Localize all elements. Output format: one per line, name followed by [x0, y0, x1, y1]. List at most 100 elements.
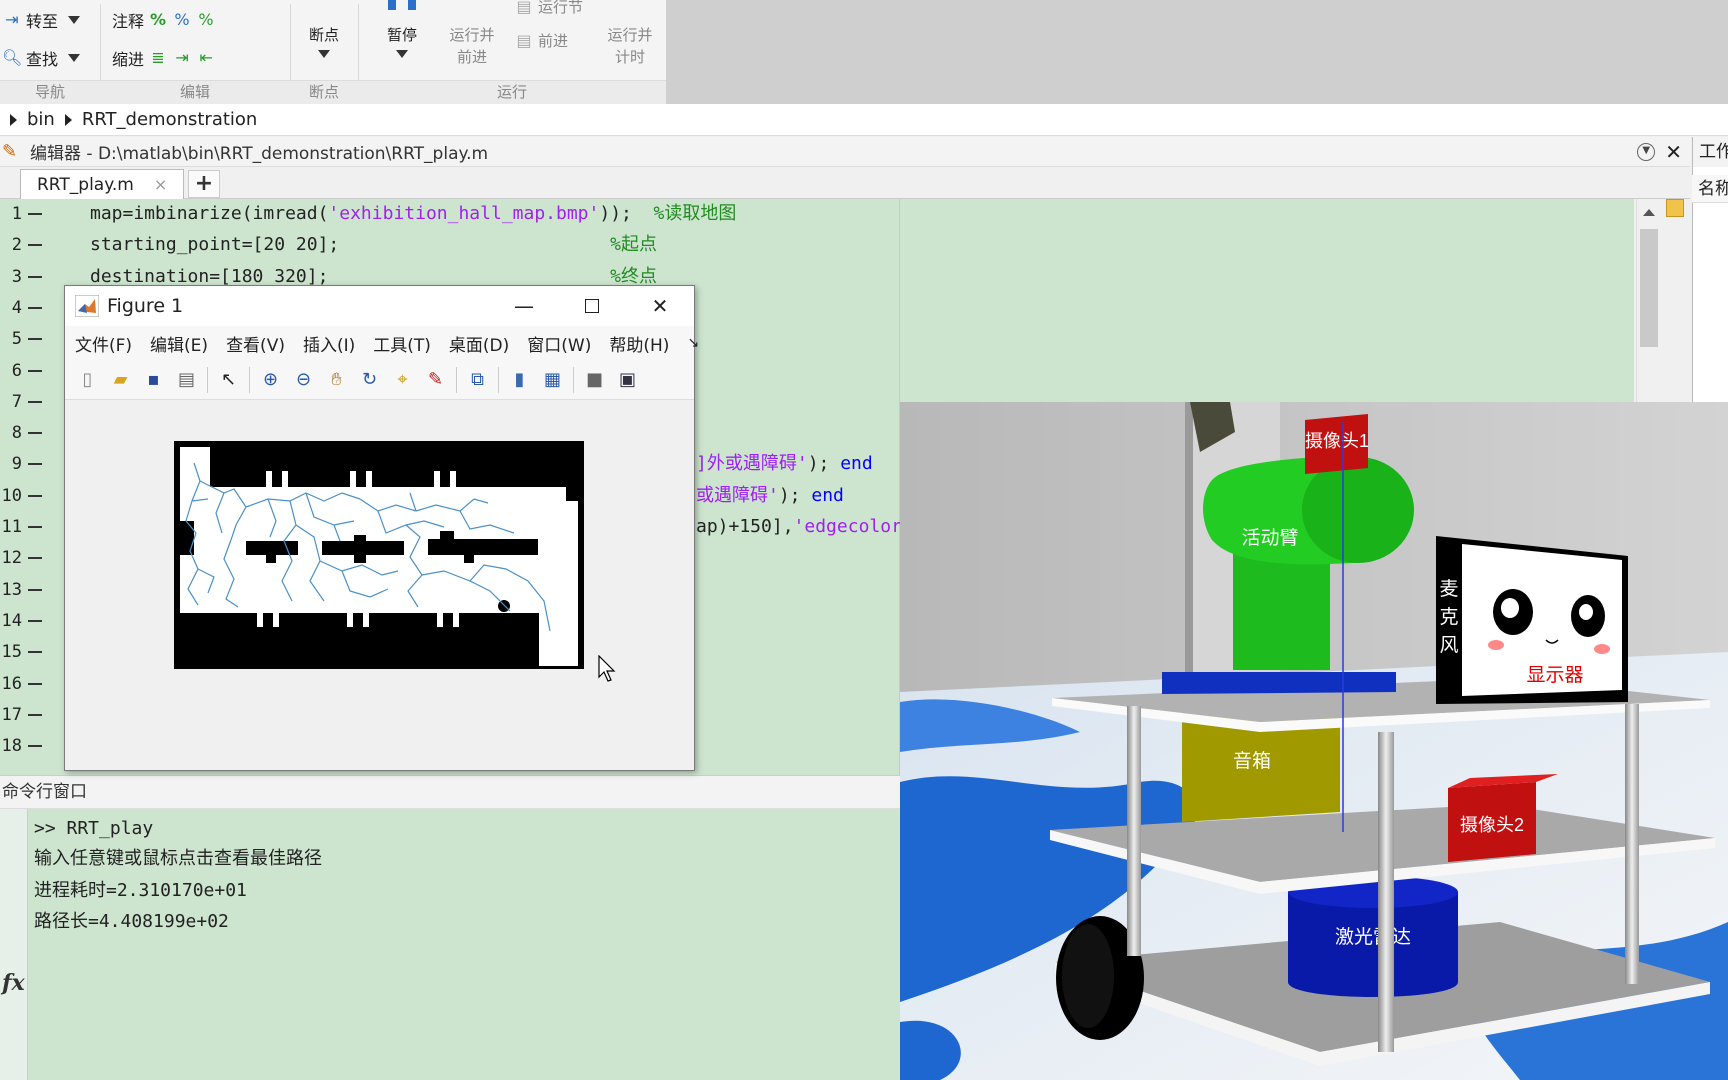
comment-percent-icon[interactable]: % [148, 10, 168, 30]
line-number[interactable]: 11 [0, 512, 48, 543]
breadcrumb-bin[interactable]: bin [27, 109, 55, 130]
figure-canvas[interactable] [65, 401, 694, 770]
menu-desktop[interactable]: 桌面(D) [439, 331, 517, 356]
menu-window[interactable]: 窗口(W) [517, 331, 599, 356]
line-number[interactable]: 5 [0, 324, 48, 355]
link-icon[interactable]: ⧉ [461, 365, 494, 395]
robot-3d-view[interactable]: 激光雷达 摄像头2 音箱 活动臂 摄像头1 麦 克 风 显示器 [900, 402, 1728, 1080]
executable-line-marker[interactable] [28, 244, 42, 247]
code-line[interactable]: map=imbinarize(imread('exhibition_hall_m… [90, 198, 736, 229]
open-file-icon[interactable]: ▰ [104, 365, 137, 395]
executable-line-marker[interactable] [28, 400, 42, 403]
rrt-map-plot[interactable] [174, 441, 584, 669]
legend-icon[interactable]: ▦ [536, 365, 569, 395]
executable-line-marker[interactable] [28, 369, 42, 372]
pointer-icon[interactable]: ↖ [212, 365, 245, 395]
figure-window[interactable]: Figure 1 — ✕ 文件(F) 编辑(E) 查看(V) 插入(I) 工具(… [64, 285, 699, 771]
executable-line-marker[interactable] [28, 526, 42, 528]
pan-icon[interactable]: ✋︎ [320, 365, 353, 395]
menu-edit[interactable]: 编辑(E) [140, 331, 216, 356]
menu-help[interactable]: 帮助(H) [599, 331, 677, 356]
executable-line-marker[interactable] [28, 682, 42, 685]
line-number[interactable]: 17 [0, 700, 48, 731]
panel-menu-icon[interactable]: ▼ [1637, 143, 1656, 161]
tab-rrt-play[interactable]: RRT_play.m × [20, 169, 184, 199]
chevron-right-icon[interactable] [64, 113, 72, 126]
wrap-comments-icon[interactable]: % [196, 10, 216, 30]
line-number[interactable]: 9 [0, 449, 48, 480]
close-tab-icon[interactable]: × [154, 175, 167, 194]
menu-view[interactable]: 查看(V) [216, 331, 293, 356]
rotate-icon[interactable]: ↻ [353, 365, 386, 395]
line-number[interactable]: 10 [0, 481, 48, 512]
show-plot-tools-icon[interactable]: ▣ [611, 365, 644, 395]
zoom-in-icon[interactable]: ⊕ [254, 365, 287, 395]
menu-file[interactable]: 文件(F) [65, 331, 140, 356]
executable-line-marker[interactable] [28, 557, 42, 560]
indent-button[interactable]: 缩进 ≣ ⇥ ⇤ [112, 46, 216, 70]
advance-button[interactable]: ▤ 前进 [514, 30, 568, 51]
brush-icon[interactable]: ✎ [419, 365, 452, 395]
run-section-button[interactable]: ▤ 运行节 [514, 0, 583, 17]
figure-titlebar[interactable]: Figure 1 — ✕ [65, 286, 694, 326]
executable-line-marker[interactable] [28, 619, 42, 622]
executable-line-marker[interactable] [28, 494, 42, 497]
line-number[interactable]: 14 [0, 606, 48, 637]
executable-line-marker[interactable] [28, 213, 42, 215]
code-line[interactable]: ap)+150],'edgecolor [696, 511, 902, 542]
find-button[interactable]: 🔍︎ 查找 [2, 46, 81, 70]
colorbar-icon[interactable]: ▮ [503, 365, 536, 395]
executable-line-marker[interactable] [28, 713, 42, 716]
dock-arrow-icon[interactable]: ↘ [677, 335, 705, 351]
print-icon[interactable]: ▤ [170, 365, 203, 395]
uncomment-icon[interactable]: % [172, 10, 192, 30]
goto-button[interactable]: ⇥ 转至 [2, 8, 81, 32]
pause-button[interactable]: 暂停 [380, 0, 424, 58]
breadcrumb-folder[interactable]: RRT_demonstration [82, 109, 258, 130]
zoom-out-icon[interactable]: ⊖ [287, 365, 320, 395]
line-number[interactable]: 15 [0, 637, 48, 668]
menu-insert[interactable]: 插入(I) [293, 331, 363, 356]
code-line[interactable]: 或遇障碍'); end [696, 480, 844, 511]
workspace-name-column[interactable]: 名称 [1692, 175, 1728, 203]
line-number[interactable]: 13 [0, 575, 48, 606]
close-icon[interactable]: ✕ [1665, 140, 1682, 164]
executable-line-marker[interactable] [28, 338, 42, 341]
code-analyzer-warning-icon[interactable] [1666, 199, 1684, 217]
code-line[interactable]: ]外或遇障碍'); end [696, 448, 873, 479]
hide-plot-tools-icon[interactable]: ■ [578, 365, 611, 395]
line-number[interactable]: 6 [0, 356, 48, 387]
executable-line-marker[interactable] [28, 432, 42, 435]
code-line[interactable]: starting_point=[20 20]; %起点 [90, 229, 657, 260]
executable-line-marker[interactable] [28, 745, 42, 748]
comment-button[interactable]: 注释 % % % [112, 8, 216, 32]
function-browser-icon[interactable]: fx [2, 970, 25, 996]
save-icon[interactable]: ▪ [137, 365, 170, 395]
line-number[interactable]: 3 [0, 262, 48, 293]
executable-line-marker[interactable] [28, 651, 42, 654]
executable-line-marker[interactable] [28, 463, 42, 466]
smart-indent-icon[interactable]: ≣ [148, 48, 168, 68]
line-number[interactable]: 1 [0, 199, 48, 230]
breakpoints-button[interactable]: 断点 [304, 24, 344, 58]
chevron-right-icon[interactable] [10, 113, 17, 126]
run-and-advance-button[interactable]: 运行并 前进 [444, 24, 500, 68]
run-and-time-button[interactable]: 运行并 计时 [602, 24, 658, 68]
decrease-indent-icon[interactable]: ⇤ [196, 48, 216, 68]
line-number[interactable]: 4 [0, 293, 48, 324]
executable-line-marker[interactable] [28, 588, 42, 591]
increase-indent-icon[interactable]: ⇥ [172, 48, 192, 68]
line-number[interactable]: 8 [0, 418, 48, 449]
maximize-icon[interactable] [558, 286, 626, 326]
data-cursor-icon[interactable]: ⌖ [386, 365, 419, 395]
line-number[interactable]: 18 [0, 731, 48, 762]
close-icon[interactable]: ✕ [626, 286, 694, 326]
line-number[interactable]: 12 [0, 543, 48, 574]
menu-tools[interactable]: 工具(T) [363, 331, 439, 356]
line-number[interactable]: 2 [0, 230, 48, 261]
scrollbar-thumb[interactable] [1640, 229, 1658, 347]
executable-line-marker[interactable] [28, 306, 42, 309]
add-tab-button[interactable]: + [188, 170, 220, 198]
scroll-up-icon[interactable] [1643, 209, 1655, 216]
executable-line-marker[interactable] [28, 275, 42, 278]
